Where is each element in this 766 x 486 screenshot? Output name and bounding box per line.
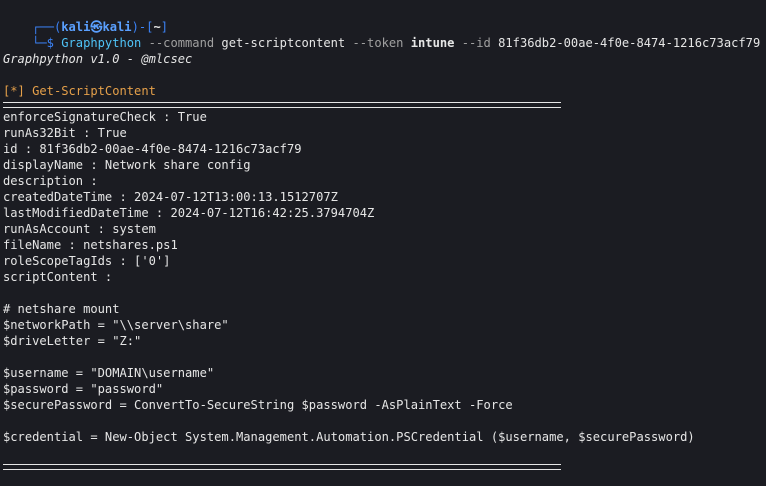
property-line: id : 81f36db2-00ae-4f0e-8474-1216c73acf7…: [3, 142, 302, 156]
script-line: $credential = New-Object System.Manageme…: [3, 430, 695, 444]
command-flag-command: --command: [141, 36, 215, 50]
prompt-corner-bottom: └─$: [32, 36, 62, 50]
property-line: lastModifiedDateTime : 2024-07-12T16:42:…: [3, 206, 375, 220]
command-value-id: 81f36db2-00ae-4f0e-8474-1216c73acf79: [490, 36, 761, 50]
script-line: $networkPath = "\\server\share": [3, 318, 229, 332]
script-line: $driveLetter = "Z:": [3, 334, 142, 348]
script-line: # netshare mount: [3, 302, 120, 316]
script-line: $username = "DOMAIN\username": [3, 366, 215, 380]
property-line: description :: [3, 174, 98, 188]
property-line: runAsAccount : system: [3, 222, 156, 236]
banner-text: Graphpython v1.0 - @mlcsec: [3, 52, 193, 66]
terminal-window[interactable]: ┌──(kali㉿kali)-[~] └─$ Graphpython --com…: [0, 0, 766, 470]
prompt-line-1: ┌──(kali㉿kali)-[~]: [3, 3, 766, 34]
prompt-user-host: kali㉿kali: [61, 20, 132, 34]
script-line: [3, 413, 766, 429]
command-flag-id: --id: [454, 36, 491, 50]
divider-bottom: [3, 464, 561, 470]
property-line: fileName : netshares.ps1: [3, 238, 178, 252]
property-line: displayName : Network share config: [3, 158, 251, 172]
property-line: scriptContent :: [3, 270, 113, 284]
prompt-bracket-open: )-[: [131, 20, 154, 34]
property-line: runAs32Bit : True: [3, 126, 127, 140]
command-flag-token: --token: [345, 36, 404, 50]
command-value-token: intune: [403, 36, 455, 50]
script-line: $securePassword = ConvertTo-SecureString…: [3, 398, 513, 412]
script-line: $password = "password": [3, 382, 164, 396]
command-value-command: get-scriptcontent: [214, 36, 346, 50]
prompt-bracket-close: ]: [160, 20, 168, 34]
section-header: [*] Get-ScriptContent: [3, 84, 156, 98]
divider-top: [3, 102, 561, 108]
prompt-corner-top: ┌──(: [32, 20, 62, 34]
property-line: enforceSignatureCheck : True: [3, 110, 207, 124]
prompt-path: ~: [153, 20, 161, 34]
property-line: createdDateTime : 2024-07-12T13:00:13.15…: [3, 190, 338, 204]
script-line: [3, 349, 766, 365]
property-line: roleScopeTagIds : ['0']: [3, 254, 171, 268]
command-name: Graphpython: [61, 36, 142, 50]
